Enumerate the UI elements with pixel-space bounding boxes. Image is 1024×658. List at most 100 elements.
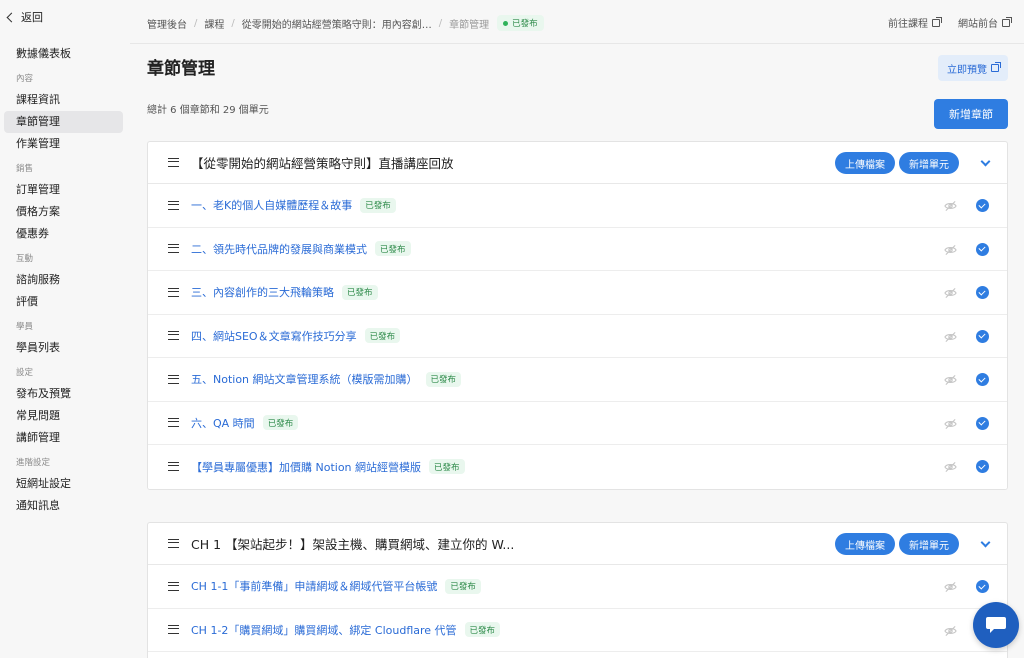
- eye-off-icon[interactable]: [944, 244, 957, 256]
- breadcrumb-courses[interactable]: 課程: [204, 16, 224, 31]
- sidebar-item-pricing[interactable]: 價格方案: [4, 201, 123, 223]
- sidebar-item-notifications[interactable]: 通知訊息: [4, 495, 123, 517]
- sidebar-item-publish[interactable]: 發布及預覽: [4, 383, 123, 405]
- breadcrumb-course[interactable]: 從零開始的網站經營策略守則：用內容創…: [242, 16, 432, 31]
- eye-off-icon[interactable]: [944, 418, 957, 430]
- site-frontend-link[interactable]: 網站前台: [958, 15, 1012, 30]
- chapter-title[interactable]: 【從零開始的網站經營策略守則】直播講座回放: [191, 153, 454, 172]
- published-badge: 已發布: [262, 415, 299, 431]
- site-frontend-label: 網站前台: [958, 19, 998, 30]
- sidebar-group-content: 內容: [16, 74, 34, 84]
- sidebar-item-dashboard[interactable]: 數據儀表板: [4, 43, 123, 65]
- drag-handle-icon[interactable]: [168, 418, 179, 428]
- chevron-left-icon: [6, 12, 17, 22]
- sidebar-group-advanced: 進階設定: [16, 458, 51, 468]
- unit-title[interactable]: 六、QA 時間: [191, 415, 255, 431]
- sidebar-item-assignments[interactable]: 作業管理: [4, 133, 123, 155]
- breadcrumb: 管理後台 / 課程 / 從零開始的網站經營策略守則：用內容創… / 章節管理 已…: [147, 15, 544, 31]
- chapter-title[interactable]: CH 1 【架站起步！】架設主機、購買網域、建立你的 W...: [191, 534, 514, 553]
- sidebar-item-reviews[interactable]: 評價: [4, 291, 123, 313]
- published-badge: 已發布: [445, 578, 481, 594]
- published-check-icon[interactable]: [976, 199, 989, 212]
- eye-off-icon[interactable]: [944, 331, 957, 343]
- drag-handle-icon[interactable]: [168, 462, 179, 472]
- unit-title[interactable]: 【學員專屬優惠】加價購 Notion 網站經營模版: [191, 459, 421, 475]
- drag-handle-icon[interactable]: [168, 287, 179, 297]
- sidebar-group-students: 學員: [16, 322, 34, 332]
- published-check-icon[interactable]: [976, 373, 989, 386]
- unit-row[interactable]: 二、領先時代品牌的發展與商業模式 已發布: [148, 227, 1007, 271]
- sidebar-item-consulting[interactable]: 諮詢服務: [4, 269, 123, 291]
- drag-handle-icon[interactable]: [168, 200, 179, 210]
- add-chapter-button[interactable]: 新增章節: [934, 99, 1008, 129]
- published-check-icon[interactable]: [976, 416, 989, 430]
- published-badge: 已發布: [364, 328, 401, 344]
- drag-handle-icon[interactable]: [168, 331, 179, 341]
- sidebar-item-orders[interactable]: 訂單管理: [4, 179, 123, 201]
- unit-title[interactable]: 一、老K的個人自媒體歷程＆故事: [191, 197, 352, 213]
- unit-title[interactable]: 二、領先時代品牌的發展與商業模式: [191, 241, 367, 257]
- back-link[interactable]: 返回: [0, 8, 130, 26]
- go-to-course-link[interactable]: 前往課程: [888, 15, 942, 30]
- sidebar-item-coupons[interactable]: 優惠券: [4, 223, 123, 245]
- top-links: 前往課程 網站前台: [888, 15, 1012, 30]
- eye-off-icon[interactable]: [944, 581, 957, 593]
- eye-off-icon[interactable]: [944, 200, 957, 212]
- published-check-icon[interactable]: [976, 242, 989, 256]
- breadcrumb-separator: /: [194, 17, 198, 29]
- drag-handle-icon[interactable]: [168, 158, 179, 167]
- eye-off-icon[interactable]: [944, 287, 957, 299]
- chevron-down-icon[interactable]: [980, 156, 991, 167]
- preview-button[interactable]: 立即預覽: [938, 55, 1008, 81]
- sidebar-item-chapters[interactable]: 章節管理: [4, 111, 123, 133]
- eye-off-icon[interactable]: [944, 625, 957, 637]
- unit-title[interactable]: 五、Notion 網站文章管理系統（模版需加購）: [191, 371, 418, 387]
- sidebar-item-student-list[interactable]: 學員列表: [4, 337, 123, 359]
- published-badge: 已發布: [360, 197, 396, 213]
- unit-title[interactable]: 四、網站SEO＆文章寫作技巧分享: [191, 328, 357, 344]
- status-dot-icon: [503, 20, 509, 26]
- unit-row[interactable]: 六、QA 時間 已發布: [148, 401, 1007, 445]
- unit-row[interactable]: 一、老K的個人自媒體歷程＆故事 已發布: [148, 184, 1007, 228]
- chat-icon: [986, 617, 1006, 633]
- sidebar-item-instructors[interactable]: 講師管理: [4, 427, 123, 449]
- unit-title[interactable]: 三、內容創作的三大飛輪策略: [191, 284, 334, 300]
- unit-title[interactable]: CH 1-2「購買網域」購買網域、綁定 Cloudflare 代管: [191, 622, 457, 638]
- drag-handle-icon[interactable]: [168, 244, 179, 254]
- unit-row[interactable]: 四、網站SEO＆文章寫作技巧分享 已發布: [148, 314, 1007, 358]
- upload-file-button[interactable]: 上傳檔案: [835, 152, 895, 174]
- main-content: 管理後台 / 課程 / 從零開始的網站經營策略守則：用內容創… / 章節管理 已…: [130, 0, 1024, 658]
- drag-handle-icon[interactable]: [168, 581, 179, 591]
- chat-button[interactable]: [973, 602, 1019, 648]
- breadcrumb-admin[interactable]: 管理後台: [147, 16, 187, 31]
- unit-row[interactable]: 三、內容創作的三大飛輪策略 已發布: [148, 271, 1007, 315]
- add-unit-button[interactable]: 新增單元: [899, 152, 959, 174]
- drag-handle-icon[interactable]: [168, 374, 179, 384]
- eye-off-icon[interactable]: [944, 461, 957, 473]
- drag-handle-icon[interactable]: [168, 539, 179, 548]
- unit-title[interactable]: CH 1-1「事前準備」申請網域＆網域代管平台帳號: [191, 578, 437, 594]
- sidebar-item-short-url[interactable]: 短網址設定: [4, 473, 123, 495]
- published-badge: 已發布: [464, 622, 501, 638]
- unit-row[interactable]: CH 1-2「購買網域」購買網域、綁定 Cloudflare 代管 已發布: [148, 608, 1007, 652]
- published-badge: 已發布: [425, 371, 462, 387]
- unit-row[interactable]: 【學員專屬優惠】加價購 Notion 網站經營模版 已發布: [148, 445, 1007, 489]
- published-check-icon[interactable]: [976, 329, 989, 343]
- eye-off-icon[interactable]: [944, 374, 957, 386]
- unit-row[interactable]: 五、Notion 網站文章管理系統（模版需加購） 已發布: [148, 358, 1007, 402]
- drag-handle-icon[interactable]: [168, 625, 179, 635]
- add-unit-button[interactable]: 新增單元: [899, 533, 959, 555]
- chevron-down-icon[interactable]: [980, 537, 991, 548]
- chapter-summary: 總計 6 個章節和 29 個單元: [147, 105, 269, 116]
- published-check-icon[interactable]: [976, 580, 989, 593]
- published-check-icon[interactable]: [976, 460, 989, 473]
- breadcrumb-separator: /: [438, 17, 443, 29]
- sidebar-item-faq[interactable]: 常見問題: [4, 405, 123, 427]
- preview-button-label: 立即預覽: [947, 64, 987, 76]
- sidebar-item-course-info[interactable]: 課程資訊: [4, 89, 123, 111]
- upload-file-button[interactable]: 上傳檔案: [835, 533, 895, 555]
- published-check-icon[interactable]: [976, 286, 989, 299]
- unit-row[interactable]: CH 1-1「事前準備」申請網域＆網域代管平台帳號 已發布: [148, 565, 1007, 609]
- published-badge: 已發布: [375, 241, 411, 257]
- published-badge: 已發布: [342, 284, 378, 300]
